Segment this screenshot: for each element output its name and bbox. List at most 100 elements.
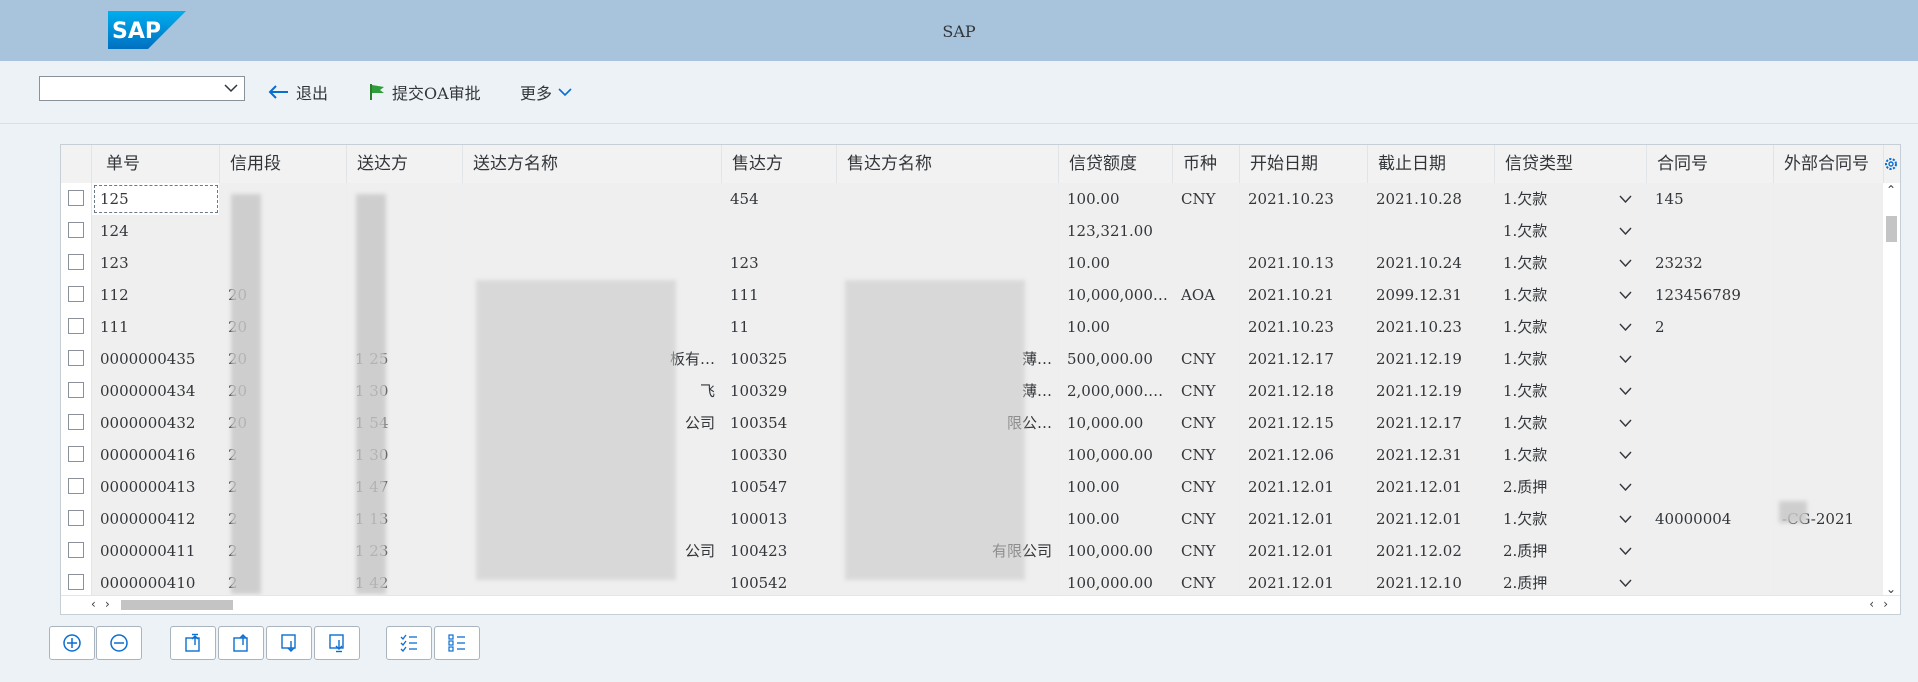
header-credit-type[interactable]: 信贷类型 [1495,145,1647,183]
scroll-down-icon[interactable]: ⌄ [1886,582,1896,596]
table-row[interactable]: 123 123 10.00 2021.10.13 2021.10.24 1.欠款 23232 [61,247,1883,280]
select-column-header[interactable] [61,145,92,183]
row-selector[interactable] [61,503,92,535]
chevron-down-icon[interactable] [1619,451,1632,459]
header-credit-segment[interactable]: 信用段 [220,145,347,183]
header-external-contract-no[interactable]: 外部合同号 [1774,145,1884,183]
cell-credit-type[interactable]: 1.欠款 [1495,311,1647,343]
row-checkbox[interactable] [68,190,84,206]
chevron-down-icon[interactable] [1619,227,1632,235]
chevron-down-icon[interactable] [1619,259,1632,267]
table-row[interactable]: 125 454 100.00 CNY 2021.10.23 2021.10.28 1.欠款 1… [61,183,1883,216]
row-selector[interactable] [61,343,92,375]
cell-credit-type[interactable]: 1.欠款 [1495,247,1647,279]
move-top-icon [185,633,200,652]
header-currency[interactable]: 币种 [1173,145,1240,183]
cell-credit-type[interactable]: 2.质押 [1495,535,1647,567]
cell-sold-to-name [837,215,1059,247]
cell-credit-type[interactable]: 1.欠款 [1495,375,1647,407]
scroll-up-icon[interactable]: ⌃ [1886,183,1896,197]
row-checkbox[interactable] [68,318,84,334]
cell-credit-type[interactable]: 1.欠款 [1495,439,1647,471]
row-selector[interactable] [61,183,92,215]
ship-to-name-value: 公司 [684,542,715,560]
row-selector[interactable] [61,247,92,279]
chevron-down-icon [558,88,572,97]
scroll-thumb[interactable] [1886,216,1897,242]
horizontal-scrollbar[interactable]: ‹ › ‹ › [61,595,1900,614]
row-checkbox[interactable] [68,382,84,398]
exit-button[interactable]: 退出 [268,80,328,104]
more-button[interactable]: 更多 [520,80,572,104]
cell-credit-type[interactable]: 1.欠款 [1495,503,1647,535]
header-order-no[interactable]: 单号 [92,145,220,183]
row-selector[interactable] [61,311,92,343]
cell-credit-type[interactable]: 1.欠款 [1495,215,1647,247]
row-checkbox[interactable] [68,414,84,430]
scroll-left-icon[interactable]: ‹ [91,597,96,611]
row-selector[interactable] [61,375,92,407]
header-ship-to-name[interactable]: 送达方名称 [463,145,722,183]
move-up-button[interactable] [218,626,264,660]
settings-gear-icon[interactable] [1883,156,1899,172]
header-credit-limit[interactable]: 信贷额度 [1059,145,1173,183]
vertical-scrollbar[interactable]: ⌃ ⌄ [1883,183,1900,596]
row-checkbox[interactable] [68,478,84,494]
chevron-down-icon[interactable] [1619,579,1632,587]
move-bottom-button[interactable] [314,626,360,660]
cell-credit-limit: 100.00 [1059,471,1173,503]
expand-button[interactable] [49,626,95,660]
cell-credit-type[interactable]: 1.欠款 [1495,279,1647,311]
cell-credit-limit: 10,000.00 [1059,407,1173,439]
row-checkbox[interactable] [68,510,84,526]
row-selector[interactable] [61,439,92,471]
cell-credit-type[interactable]: 2.质押 [1495,471,1647,503]
header-ship-to[interactable]: 送达方 [347,145,463,183]
move-down-button[interactable] [266,626,312,660]
header-sold-to[interactable]: 售达方 [722,145,837,183]
cell-credit-limit: 123,321.00 [1059,215,1173,247]
contract-no-value: 40000004 [1655,510,1732,528]
variant-dropdown[interactable] [39,76,245,101]
row-selector[interactable] [61,215,92,247]
header-sold-to-name[interactable]: 售达方名称 [837,145,1059,183]
table-row[interactable]: 124 123,321.00 1.欠款 [61,215,1883,248]
chevron-down-icon[interactable] [1619,291,1632,299]
cell-credit-type[interactable]: 1.欠款 [1495,183,1647,215]
row-checkbox[interactable] [68,574,84,590]
row-checkbox[interactable] [68,254,84,270]
chevron-down-icon[interactable] [1619,355,1632,363]
chevron-down-icon[interactable] [1619,419,1632,427]
scroll-left-icon[interactable]: ‹ [1869,597,1874,611]
chevron-down-icon[interactable] [1619,387,1632,395]
row-checkbox[interactable] [68,350,84,366]
row-checkbox[interactable] [68,446,84,462]
header-contract-no[interactable]: 合同号 [1647,145,1774,183]
chevron-down-icon[interactable] [1619,323,1632,331]
collapse-button[interactable] [96,626,142,660]
header-end-date[interactable]: 截止日期 [1368,145,1495,183]
row-selector[interactable] [61,407,92,439]
chevron-down-icon[interactable] [1619,547,1632,555]
row-selector[interactable] [61,279,92,311]
cell-start-date: 2021.12.17 [1240,343,1368,375]
chevron-down-icon[interactable] [1619,483,1632,491]
scroll-thumb[interactable] [121,600,233,610]
move-top-button[interactable] [170,626,216,660]
chevron-down-icon[interactable] [1619,195,1632,203]
row-selector[interactable] [61,471,92,503]
cell-credit-type[interactable]: 1.欠款 [1495,343,1647,375]
scroll-right-icon[interactable]: › [105,597,110,611]
cell-credit-type[interactable]: 1.欠款 [1495,407,1647,439]
row-checkbox[interactable] [68,542,84,558]
scroll-right-icon[interactable]: › [1883,597,1888,611]
header-start-date[interactable]: 开始日期 [1240,145,1368,183]
chevron-down-icon[interactable] [1619,515,1632,523]
row-checkbox[interactable] [68,222,84,238]
cell-sold-to-name [837,247,1059,279]
row-selector[interactable] [61,535,92,567]
select-all-button[interactable] [386,626,432,660]
submit-oa-button[interactable]: 提交OA审批 [368,80,481,104]
row-checkbox[interactable] [68,286,84,302]
deselect-all-button[interactable] [434,626,480,660]
